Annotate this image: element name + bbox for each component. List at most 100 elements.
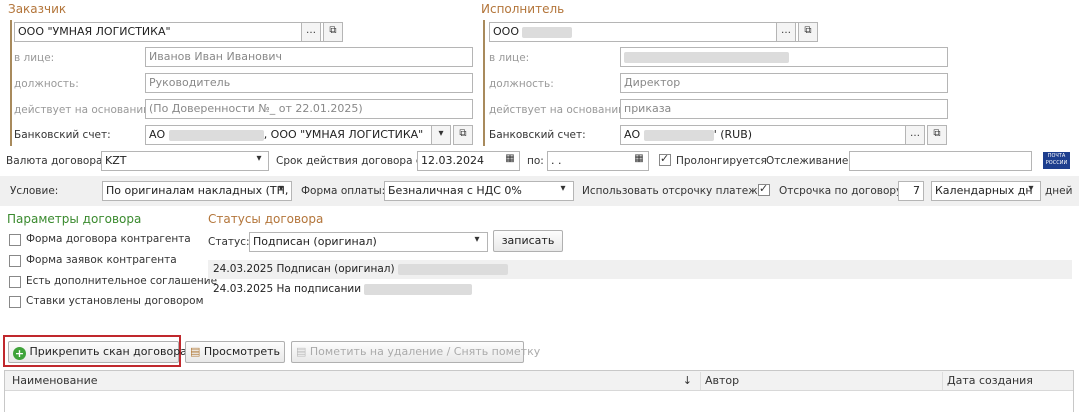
deferral-checkbox[interactable]: [758, 182, 770, 196]
col-author-header[interactable]: Автор: [701, 372, 943, 390]
customer-bank-dropdown[interactable]: ▾: [431, 125, 451, 145]
status-select[interactable]: Подписан (оригинал): [249, 232, 488, 252]
contractor-divider: [483, 20, 485, 146]
status-history-text: 24.03.2025 Подписан (оригинал): [213, 263, 395, 275]
customer-rep-label: в лице:: [14, 52, 55, 64]
days-label: дней: [1045, 185, 1073, 197]
redacted-user: [364, 283, 473, 295]
post-logo-line2: РОССИИ: [1045, 160, 1068, 166]
contractor-basis-field[interactable]: приказа: [620, 99, 948, 119]
chevron-down-icon: ▾: [278, 183, 284, 194]
customer-rep-field[interactable]: Иванов Иван Иванович: [145, 47, 473, 67]
customer-position-field[interactable]: Руководитель: [145, 73, 473, 93]
contractor-name-field[interactable]: ООО: [489, 22, 799, 42]
contractor-bank-select-button[interactable]: …: [905, 125, 925, 145]
currency-dropdown[interactable]: ▾: [249, 151, 269, 171]
redacted-user: [397, 263, 508, 275]
tracking-field[interactable]: [849, 151, 1032, 171]
attach-scan-label: Прикрепить скан договора: [29, 345, 187, 358]
chevron-down-icon: ▾: [1028, 183, 1034, 194]
chevron-down-icon: ▾: [560, 183, 566, 194]
col-date-header[interactable]: Дата создания: [943, 372, 1073, 390]
prolong-checkbox[interactable]: [659, 152, 671, 166]
payment-dropdown[interactable]: ▾: [553, 181, 573, 201]
currency-select[interactable]: KZT: [101, 151, 269, 171]
customer-basis-field[interactable]: (По Доверенности №_ от 22.01.2025): [145, 99, 473, 119]
status-history-text: 24.03.2025 На подписании: [213, 283, 362, 295]
contractor-bank-open-button[interactable]: ⧉: [927, 125, 947, 145]
param-checkbox[interactable]: [9, 276, 21, 288]
col-name-header[interactable]: Наименование ↓: [8, 372, 701, 390]
payment-select[interactable]: Безналичная с НДС 0%: [384, 181, 574, 201]
customer-name-field[interactable]: ООО "УМНАЯ ЛОГИСТИКА": [14, 22, 324, 42]
status-history-item: 24.03.2025 Подписан (оригинал): [213, 263, 508, 275]
contractor-select-button[interactable]: …: [776, 22, 796, 42]
chevron-down-icon: ▾: [438, 128, 444, 139]
russian-post-logo[interactable]: ПОЧТА РОССИИ: [1043, 152, 1070, 169]
contractor-basis-label: действует на основании:: [489, 104, 629, 116]
contractor-bank-suffix: ' (RUB): [713, 128, 753, 141]
contractor-position-label: должность:: [489, 78, 554, 90]
contractor-rep-field[interactable]: [620, 47, 948, 67]
open-icon: ⧉: [933, 128, 941, 139]
condition-select[interactable]: По оригиналам накладных (ТН,: [102, 181, 292, 201]
customer-open-button[interactable]: ⧉: [323, 22, 343, 42]
contractor-rep-label: в лице:: [489, 52, 530, 64]
contractor-bank-field[interactable]: АО ' (RUB): [620, 125, 908, 145]
chevron-down-icon: ▾: [474, 234, 480, 245]
prolong-label: Пролонгируется: [676, 155, 767, 167]
calendar-icon[interactable]: ▦: [500, 151, 520, 171]
view-document-icon: ▤: [190, 345, 201, 358]
attach-scan-button[interactable]: + Прикрепить скан договора: [8, 341, 187, 363]
delete-mark-icon: ▤: [296, 345, 307, 358]
customer-basis-label: действует на основании:: [14, 104, 154, 116]
payment-label: Форма оплаты:: [301, 185, 386, 197]
param-label: Форма договора контрагента: [26, 233, 191, 245]
customer-select-button[interactable]: …: [301, 22, 321, 42]
currency-label: Валюта договора:: [6, 155, 106, 167]
calendar-icon[interactable]: ▦: [629, 151, 649, 171]
post-logo-line1: ПОЧТА: [1047, 153, 1066, 159]
tracking-label: Отслеживание:: [766, 155, 852, 167]
params-title: Параметры договора: [7, 212, 142, 226]
customer-bank-field[interactable]: АО , ООО "УМНАЯ ЛОГИСТИКА": [145, 125, 435, 145]
contractor-title: Исполнитель: [481, 2, 565, 16]
redacted-contractor-rep: [624, 51, 789, 63]
status-dropdown[interactable]: ▾: [467, 232, 487, 252]
redacted-bank-name: [168, 129, 264, 141]
open-icon: ⧉: [329, 25, 337, 36]
mark-delete-label: Пометить на удаление / Снять пометку: [309, 345, 541, 358]
deferral-type-dropdown[interactable]: ▾: [1021, 181, 1041, 201]
customer-position-label: должность:: [14, 78, 79, 90]
deferral-contract-label: Отсрочка по договору:: [779, 185, 906, 197]
open-icon: ⧉: [459, 128, 467, 139]
param-checkbox[interactable]: [9, 255, 21, 267]
term-from-label: Срок действия договора с:: [276, 155, 426, 167]
customer-bank-open-button[interactable]: ⧉: [453, 125, 473, 145]
redacted-bank-name: [643, 129, 714, 141]
customer-title: Заказчик: [8, 2, 67, 16]
customer-bank-prefix: АО: [149, 128, 166, 141]
plus-circle-icon: +: [13, 347, 26, 360]
contractor-position-field[interactable]: Директор: [620, 73, 948, 93]
status-history-item: 24.03.2025 На подписании: [213, 283, 473, 295]
customer-bank-label: Банковский счет:: [14, 129, 111, 141]
status-label: Статус:: [208, 236, 250, 248]
contractor-bank-prefix: АО: [624, 128, 641, 141]
customer-divider: [10, 20, 12, 146]
open-icon: ⧉: [804, 25, 812, 36]
contractor-open-button[interactable]: ⧉: [798, 22, 818, 42]
mark-delete-button[interactable]: ▤ Пометить на удаление / Снять пометку: [291, 341, 540, 363]
statuses-title: Статусы договора: [208, 212, 324, 226]
condition-dropdown[interactable]: ▾: [271, 181, 291, 201]
deferral-days-field[interactable]: 7: [898, 181, 924, 201]
condition-label: Условие:: [10, 185, 59, 197]
view-button[interactable]: ▤ Просмотреть: [185, 341, 285, 363]
param-label: Ставки установлены договором: [26, 295, 204, 307]
col-name-label: Наименование: [12, 374, 98, 387]
contractor-bank-label: Банковский счет:: [489, 129, 586, 141]
param-checkbox[interactable]: [9, 234, 21, 246]
param-checkbox[interactable]: [9, 296, 21, 308]
save-status-button[interactable]: записать: [493, 230, 563, 252]
term-to-label: по:: [527, 155, 544, 167]
